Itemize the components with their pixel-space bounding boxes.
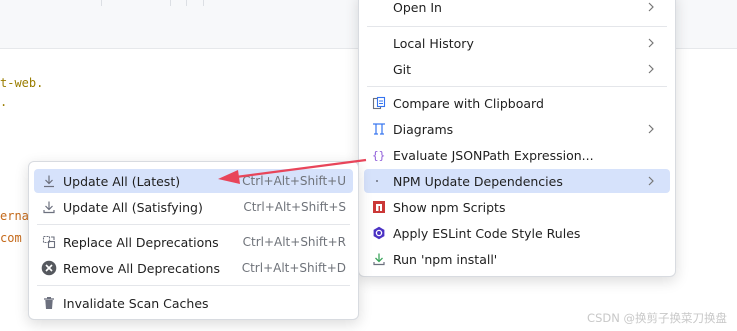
annotation-arrow [218,158,367,184]
watermark: CSDN @换剪子换菜刀换盘 [587,311,727,325]
